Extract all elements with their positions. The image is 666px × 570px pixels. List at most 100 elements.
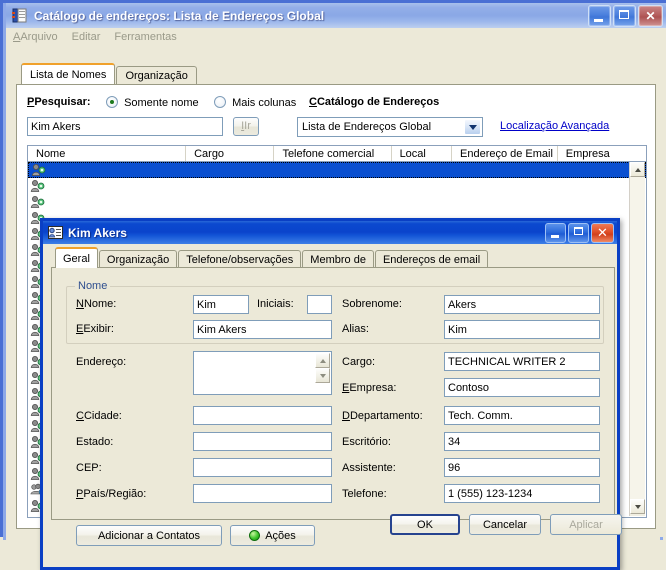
dialog-minimize-button[interactable] (545, 223, 566, 243)
label-endereco: Endereço: (76, 356, 127, 368)
tab-organizacao[interactable]: Organização (116, 66, 197, 84)
input-pais-regiao[interactable] (193, 484, 332, 503)
window-title: Catálogo de endereços: Lista de Endereço… (34, 8, 325, 23)
close-button[interactable]: ✕ (638, 5, 663, 27)
scroll-up-icon[interactable] (315, 353, 330, 368)
menu-item-arquivo-label: Arquivo (20, 31, 58, 43)
label-escritorio: Escritório: (342, 436, 391, 448)
input-cidade[interactable] (193, 406, 332, 425)
radio-somente-nome-indicator (106, 96, 118, 108)
column-header-empresa[interactable]: Empresa (558, 146, 646, 161)
address-book-select-value: Lista de Endereços Global (302, 121, 432, 133)
input-telefone[interactable] (444, 484, 600, 503)
maximize-icon (574, 227, 583, 235)
column-header-telefone-comercial[interactable]: Telefone comercial (274, 146, 392, 161)
minimize-button[interactable] (588, 5, 611, 27)
chevron-down-icon[interactable] (464, 119, 481, 135)
label-iniciais: Iniciais: (257, 298, 294, 310)
contact-icon (31, 163, 47, 177)
radio-somente-nome-label: Somente nome (124, 97, 199, 109)
window-client-area: Lista de Nomes Organização PPesquisar: S… (6, 46, 666, 570)
menu-item-ferramentas-label: Ferramentas (114, 31, 177, 43)
list-scrollbar[interactable] (629, 162, 645, 516)
scrollbar-track[interactable] (630, 177, 645, 499)
label-cidade: CCidade: (76, 410, 122, 422)
input-assistente[interactable] (444, 458, 600, 477)
table-row[interactable] (28, 194, 646, 210)
radio-mais-colunas-indicator (214, 96, 226, 108)
search-input-row: IIr Lista de Endereços Global Localizaçã… (27, 117, 647, 139)
scroll-down-icon[interactable] (630, 499, 645, 514)
radio-mais-colunas[interactable]: Mais colunas (214, 96, 296, 109)
radio-mais-colunas-label: Mais colunas (232, 97, 297, 109)
close-icon: ✕ (597, 225, 608, 240)
minimize-icon (594, 19, 603, 22)
dialog-tab-page-geral: Nome NNome: Iniciais: Sobrenome: EExibir… (51, 267, 615, 520)
label-cep: CEP: (76, 462, 102, 474)
actions-button[interactable]: Ações (230, 525, 315, 546)
label-empresa: EEmpresa: (342, 382, 397, 394)
scroll-down-icon[interactable] (315, 368, 330, 383)
dialog-title: Kim Akers (68, 225, 127, 240)
tab-organizacao-label: Organização (125, 70, 188, 82)
input-iniciais[interactable] (307, 295, 332, 314)
input-cep[interactable] (193, 458, 332, 477)
table-row[interactable] (28, 178, 646, 194)
table-row[interactable] (28, 162, 646, 178)
menu-item-editar[interactable]: Editar (65, 29, 108, 45)
maximize-button[interactable] (613, 5, 636, 27)
input-escritorio[interactable] (444, 432, 600, 451)
column-header-endereco-de-email[interactable]: Endereço de Email (452, 146, 558, 161)
input-alias[interactable] (444, 320, 600, 339)
menu-item-editar-label: Editar (71, 31, 101, 43)
tab-geral[interactable]: Geral (55, 247, 98, 268)
input-departamento[interactable] (444, 406, 600, 425)
add-to-contacts-button[interactable]: Adicionar a Contatos (76, 525, 222, 546)
dialog-close-button[interactable]: ✕ (591, 223, 614, 243)
search-label: PPesquisar: (27, 96, 91, 108)
scroll-up-icon[interactable] (630, 162, 645, 177)
contact-icon (30, 195, 46, 209)
go-button[interactable]: IIr (233, 117, 259, 136)
tab-membro-de[interactable]: Membro de (302, 250, 374, 268)
close-icon: ✕ (645, 9, 656, 23)
column-header-nome[interactable]: Nome (28, 146, 187, 161)
dialog-window-controls: ✕ (545, 223, 614, 243)
input-cargo[interactable] (444, 352, 600, 371)
ok-button[interactable]: OK (390, 514, 460, 535)
input-endereco[interactable] (193, 351, 332, 395)
column-header-local[interactable]: Local (392, 146, 452, 161)
address-book-icon (12, 8, 28, 23)
name-groupbox-title: Nome (75, 280, 111, 292)
label-nome: NNome: (76, 298, 117, 310)
radio-somente-nome[interactable]: Somente nome (106, 96, 199, 109)
menu-item-arquivo[interactable]: AArquivo (6, 29, 65, 45)
advanced-search-link[interactable]: Localização Avançada (500, 120, 609, 132)
input-nome[interactable] (193, 295, 249, 314)
input-empresa[interactable] (444, 378, 600, 397)
input-sobrenome[interactable] (444, 295, 600, 314)
tab-organizacao[interactable]: Organização (98, 250, 178, 268)
tab-enderecos-de-email[interactable]: Endereços de email (374, 250, 489, 268)
cancel-button[interactable]: Cancelar (469, 514, 541, 535)
apply-button[interactable]: Aplicar (550, 514, 622, 535)
search-input[interactable] (27, 117, 223, 136)
address-book-select[interactable]: Lista de Endereços Global (297, 117, 483, 137)
dialog-titlebar[interactable]: Kim Akers ✕ (43, 221, 617, 244)
menu-item-ferramentas[interactable]: Ferramentas (107, 29, 183, 45)
tab-telefone-observacoes[interactable]: Telefone/observações (178, 250, 302, 268)
search-options-row: PPesquisar: Somente nome Mais colunas CC… (27, 93, 647, 115)
endereco-scrollbar[interactable] (315, 353, 330, 394)
dialog-maximize-button[interactable] (568, 223, 589, 243)
window-controls: ✕ (588, 5, 663, 27)
label-pais-regiao: PPaís/Região: (76, 488, 147, 500)
maximize-icon (619, 10, 629, 19)
input-estado[interactable] (193, 432, 332, 451)
window-titlebar[interactable]: Catálogo de endereços: Lista de Endereço… (6, 3, 666, 28)
tab-lista-de-nomes[interactable]: Lista de Nomes (21, 63, 116, 84)
column-header-cargo[interactable]: Cargo (186, 146, 275, 161)
input-exibir[interactable] (193, 320, 332, 339)
dialog-tab-strip: Geral Organização Telefone/observações M… (55, 247, 489, 268)
label-sobrenome: Sobrenome: (342, 298, 402, 310)
label-estado: Estado: (76, 436, 114, 448)
